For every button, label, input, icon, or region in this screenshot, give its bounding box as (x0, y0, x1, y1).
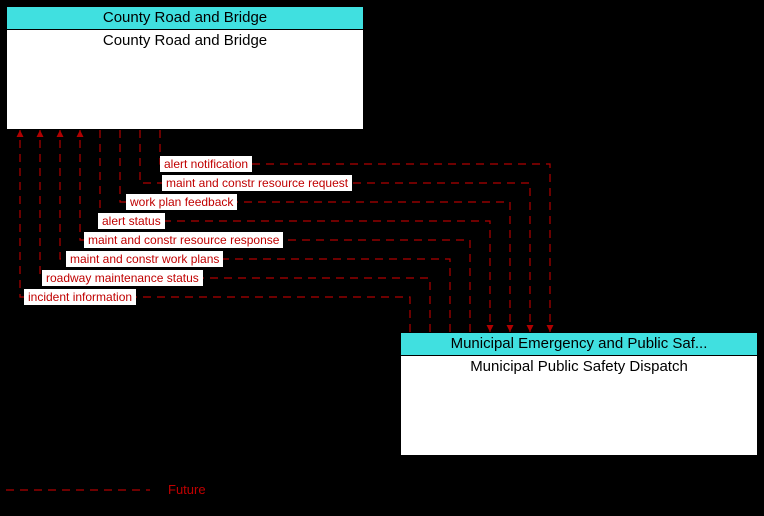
legend-future-label: Future (168, 482, 206, 497)
flow-label: maint and constr work plans (66, 251, 223, 267)
flow-label: incident information (24, 289, 136, 305)
entity-title: Municipal Public Safety Dispatch (401, 356, 757, 377)
flow-label: alert status (98, 213, 165, 229)
entity-box-county-road-bridge[interactable]: County Road and Bridge County Road and B… (6, 6, 364, 130)
flow-label: work plan feedback (126, 194, 237, 210)
flow-label: alert notification (160, 156, 252, 172)
flow-label: maint and constr resource response (84, 232, 283, 248)
entity-box-municipal-dispatch[interactable]: Municipal Emergency and Public Saf... Mu… (400, 332, 758, 456)
entity-header: County Road and Bridge (7, 7, 363, 30)
flow-label: roadway maintenance status (42, 270, 203, 286)
entity-title: County Road and Bridge (7, 30, 363, 51)
flow-label: maint and constr resource request (162, 175, 352, 191)
entity-header: Municipal Emergency and Public Saf... (401, 333, 757, 356)
